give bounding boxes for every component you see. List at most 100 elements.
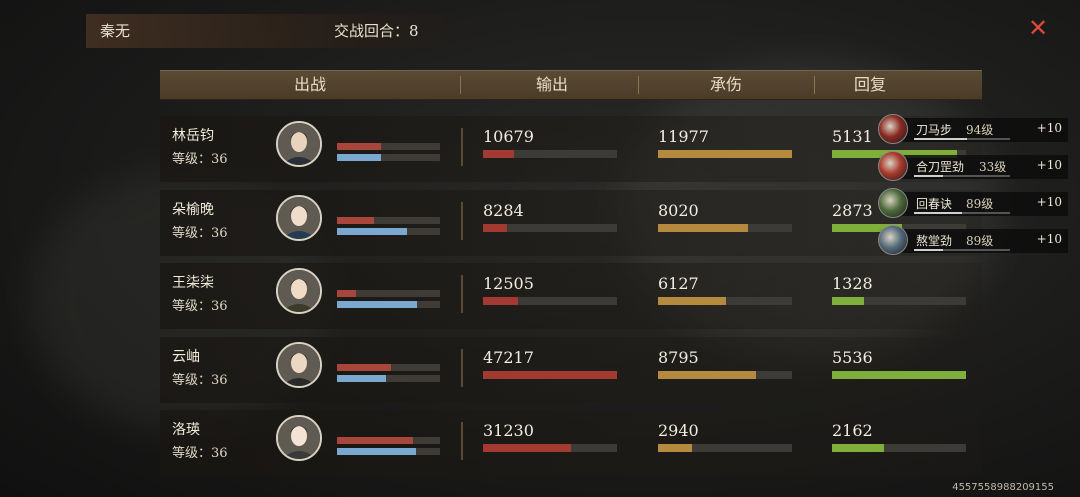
hero-mp-bar: [337, 228, 440, 235]
damage-value: 10679: [483, 127, 534, 146]
healing-bar: [832, 297, 966, 305]
skill-name: 熬堂劲: [916, 234, 953, 248]
damage-taken-value: 6127: [658, 274, 699, 293]
hero-mp-bar: [337, 154, 440, 161]
header-damage: 输出: [535, 75, 568, 94]
skill-progress-fill: [914, 175, 943, 177]
healing-value: 5536: [832, 348, 873, 367]
hero-mp-fill: [337, 154, 382, 161]
hero-mp-bar: [337, 448, 440, 455]
close-button[interactable]: ✕: [1026, 16, 1050, 40]
skill-progress-fill: [914, 138, 967, 140]
damage-taken-value: 11977: [658, 127, 709, 146]
damage-value: 47217: [483, 348, 534, 367]
hero-hp-bar: [337, 143, 440, 150]
saber-aura-icon: [878, 151, 908, 181]
hero-mp-bar: [337, 375, 440, 382]
hero-portrait-icon: [278, 344, 320, 386]
damage-taken-value: 8795: [658, 348, 699, 367]
damage-bar-fill: [483, 224, 508, 232]
damage-taken-bar-fill: [658, 297, 727, 305]
header-damage-taken: 承伤: [709, 75, 742, 94]
skill-progress-fill: [914, 212, 962, 214]
healing-value: 2162: [832, 421, 873, 440]
hero-name: 王柒柒: [172, 275, 214, 291]
damage-value: 8284: [483, 201, 524, 220]
damage-taken-bar: [658, 224, 792, 232]
hero-hp-bar: [337, 364, 440, 371]
hero-name: 云岫: [172, 349, 200, 365]
healing-value: 2873: [832, 201, 873, 220]
damage-bar-fill: [483, 150, 514, 158]
skill-progress-fill: [914, 249, 943, 251]
skill-bonus: +10: [1036, 158, 1062, 172]
damage-taken-bar-fill: [658, 444, 692, 452]
skill-bonus: +10: [1036, 121, 1062, 135]
hero-mp-bar: [337, 301, 440, 308]
damage-bar: [483, 297, 617, 305]
damage-bar: [483, 444, 617, 452]
top-info-bar: [86, 14, 486, 48]
damage-bar: [483, 150, 617, 158]
hero-name: 林岳钧: [172, 128, 214, 144]
skill-bonus: +10: [1036, 232, 1062, 246]
skill-progress-bar: [914, 138, 1010, 140]
hero-hp-fill: [337, 217, 375, 224]
hero-name: 洛瑛: [172, 422, 200, 438]
hero-hp-fill: [337, 290, 356, 297]
hero-hp-bar: [337, 290, 440, 297]
hero-mp-fill: [337, 228, 408, 235]
damage-value: 12505: [483, 274, 534, 293]
hero-portrait-icon: [278, 197, 320, 239]
hero-avatar[interactable]: [276, 195, 322, 241]
hero-avatar[interactable]: [276, 415, 322, 461]
damage-bar: [483, 371, 617, 379]
damage-taken-bar: [658, 444, 792, 452]
damage-bar: [483, 224, 617, 232]
damage-taken-bar: [658, 150, 792, 158]
healing-value: 1328: [832, 274, 873, 293]
damage-taken-bar-fill: [658, 150, 792, 158]
skill-level: 94级: [966, 123, 994, 137]
healing-bar-fill: [832, 371, 966, 379]
swirl-skill-icon: [878, 225, 908, 255]
skill-level: 89级: [966, 197, 994, 211]
skill-bonus-item[interactable]: 回春诀 89级 +10: [878, 188, 1068, 218]
header-deploy: 出战: [293, 75, 326, 94]
hero-hp-bar: [337, 217, 440, 224]
hero-avatar[interactable]: [276, 121, 322, 167]
healing-bar: [832, 371, 966, 379]
header-divider: [460, 76, 461, 94]
row-divider: [461, 128, 463, 166]
hero-hp-fill: [337, 437, 414, 444]
damage-taken-bar: [658, 297, 792, 305]
hero-level: 等级：36: [172, 152, 228, 167]
skill-name: 回春诀: [916, 197, 953, 211]
header-divider: [814, 76, 815, 94]
skill-level: 33级: [979, 160, 1007, 174]
hero-hp-fill: [337, 364, 391, 371]
damage-bar-fill: [483, 444, 572, 452]
skill-bonus-item[interactable]: 合刀罡劲 33级 +10: [878, 151, 1068, 181]
header-healing: 回复: [853, 75, 886, 94]
skill-bonus-item[interactable]: 刀马步 94级 +10: [878, 114, 1068, 144]
hero-level: 等级：36: [172, 226, 228, 241]
row-divider: [461, 202, 463, 240]
healing-bar: [832, 444, 966, 452]
hero-mp-fill: [337, 375, 387, 382]
skill-progress-bar: [914, 175, 1010, 177]
skill-progress-bar: [914, 249, 1010, 251]
healing-value: 5131: [832, 127, 873, 146]
hero-portrait-icon: [278, 270, 320, 312]
skill-progress-bar: [914, 212, 1010, 214]
damage-taken-bar-fill: [658, 224, 748, 232]
hero-hp-fill: [337, 143, 382, 150]
skill-bonus-item[interactable]: 熬堂劲 89级 +10: [878, 225, 1068, 255]
skill-bonus: +10: [1036, 195, 1062, 209]
damage-bar-fill: [483, 371, 617, 379]
healing-bar-fill: [832, 297, 865, 305]
hero-mp-fill: [337, 448, 417, 455]
hero-avatar[interactable]: [276, 268, 322, 314]
hero-avatar[interactable]: [276, 342, 322, 388]
row-divider: [461, 422, 463, 460]
